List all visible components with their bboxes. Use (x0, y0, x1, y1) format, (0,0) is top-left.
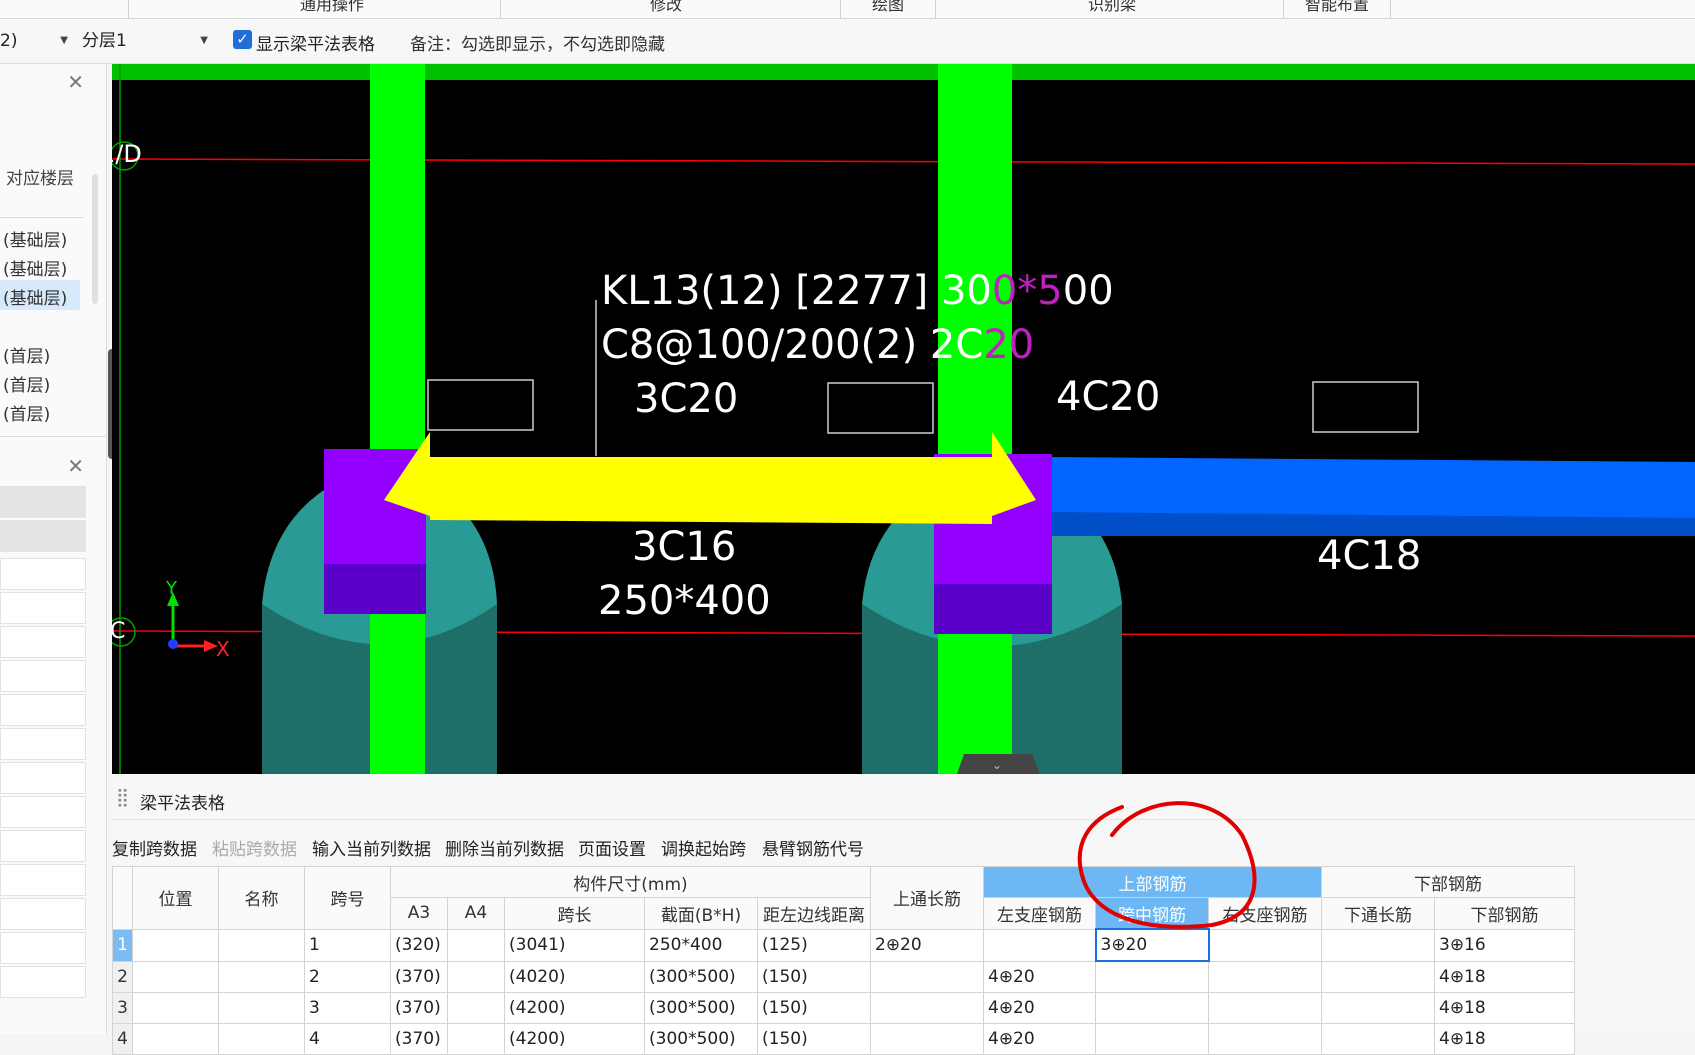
axis-label-1d: 1/D (112, 140, 142, 168)
property-row[interactable] (0, 796, 86, 828)
property-row[interactable] (0, 898, 86, 930)
divider (0, 217, 84, 218)
stirrup-label: C8@100/200(2) 2C20 (601, 322, 1034, 368)
layer-select[interactable]: 分层1 ▼ (82, 27, 212, 55)
floor-item[interactable]: (首层) (3, 371, 50, 396)
stirrup-part: 20 (983, 322, 1034, 368)
layer-toolbar: 2) ▼ 分层1 ▼ ✓ 显示梁平法表格 备注：勾选即显示，不勾选即隐藏 (0, 19, 1695, 64)
property-row[interactable] (0, 592, 86, 624)
beam-table-panel: ⣿ 梁平法表格 复制跨数据 粘贴跨数据 输入当前列数据 删除当前列数据 页面设置… (112, 775, 1695, 1055)
property-row[interactable] (0, 558, 86, 590)
section-label: 250*400 (598, 578, 771, 624)
support-right-shade (934, 584, 1052, 634)
origin-dot (168, 639, 178, 649)
floor-item[interactable]: (首层) (3, 400, 50, 425)
layer-value: 分层1 (82, 31, 127, 51)
floor-item[interactable]: (基础层) (3, 284, 67, 309)
bottom-rebar-label: 3C16 (632, 524, 736, 570)
ribbon-separator (935, 0, 936, 18)
beam-name-part: KL13(12) [2277] 30 (601, 268, 992, 314)
support-left-shade (324, 564, 426, 614)
cad-view[interactable]: 1/D C KL13(12) [2277] 300*500 C8@100/200… (112, 64, 1695, 774)
chevron-down-icon: ▼ (60, 35, 68, 46)
stirrup-part: C8@100/200(2) 2C (601, 322, 983, 368)
y-axis-label: Y (165, 578, 178, 599)
chevron-down-icon[interactable]: ⌄ (992, 758, 1002, 772)
label-box[interactable] (1312, 381, 1419, 433)
floor-item[interactable]: (基础层) (3, 226, 67, 251)
beam-name-part: 00 (1063, 268, 1114, 314)
drawing-canvas[interactable]: 1/D C KL13(12) [2277] 300*500 C8@100/200… (112, 64, 1695, 774)
ribbon-group-draw[interactable]: 绘图 (872, 0, 904, 15)
chevron-down-icon: ▼ (200, 35, 208, 46)
property-row[interactable] (0, 694, 86, 726)
ribbon-group-smart-layout[interactable]: 智能布置 (1305, 0, 1369, 15)
component-type-select[interactable]: 2) ▼ (0, 27, 72, 55)
show-table-checkbox[interactable]: ✓ (233, 30, 252, 49)
label-box[interactable] (427, 379, 534, 431)
ribbon-separator (840, 0, 841, 18)
ribbon-separator (128, 0, 129, 18)
hand-drawn-circle (1077, 801, 1257, 929)
top-rebar-label: 3C20 (634, 376, 738, 422)
column-left[interactable] (370, 64, 425, 774)
close-icon[interactable]: ✕ (67, 454, 84, 478)
ribbon-separator (1390, 0, 1391, 18)
ribbon-group-modify[interactable]: 修改 (650, 0, 682, 15)
note-text: 备注：勾选即显示，不勾选即隐藏 (410, 35, 665, 55)
floor-item[interactable]: (基础层) (3, 255, 67, 280)
axis-label-c: C (112, 619, 125, 644)
ribbon-separator (1283, 0, 1284, 18)
floor-item[interactable]: (首层) (3, 342, 50, 367)
floor-column-header: 对应楼层 (6, 169, 74, 189)
ribbon-separator (500, 0, 501, 18)
floor-panel: ✕ 对应楼层 (基础层) (基础层) (基础层) (首层) (首层) (首层) … (0, 64, 134, 1034)
property-row[interactable] (0, 932, 86, 964)
top-beam[interactable] (112, 64, 1695, 80)
divider (0, 436, 106, 437)
x-axis-label: X (216, 637, 230, 661)
property-row[interactable] (0, 626, 86, 658)
annotation-circle-stroke (1077, 801, 1257, 929)
property-row[interactable] (0, 520, 86, 552)
scrollbar[interactable] (92, 174, 98, 304)
column-right[interactable] (938, 64, 1012, 774)
beam-name-label: KL13(12) [2277] 300*500 (601, 268, 1114, 314)
ribbon-group-strip: 通用操作 修改 绘图 识别梁 智能布置 (0, 0, 1695, 19)
support-rebar-label: 4C20 (1056, 374, 1160, 420)
bottom-rebar-label-2: 4C18 (1317, 533, 1421, 579)
close-icon[interactable]: ✕ (67, 70, 84, 94)
component-type-value: 2) (0, 31, 18, 51)
property-row[interactable] (0, 762, 86, 794)
ribbon-group-common[interactable]: 通用操作 (300, 0, 364, 15)
property-row[interactable] (0, 864, 86, 896)
beam-name-part: 0*5 (992, 268, 1063, 314)
property-row[interactable] (0, 830, 86, 862)
ribbon-group-identify-beam[interactable]: 识别梁 (1088, 0, 1136, 15)
property-row[interactable] (0, 966, 86, 998)
axis-line-1d (112, 158, 1695, 165)
property-row[interactable] (0, 660, 86, 692)
show-table-label[interactable]: 显示梁平法表格 (256, 30, 375, 55)
property-row[interactable] (0, 728, 86, 760)
property-row[interactable] (0, 486, 86, 518)
label-box[interactable] (827, 382, 934, 434)
